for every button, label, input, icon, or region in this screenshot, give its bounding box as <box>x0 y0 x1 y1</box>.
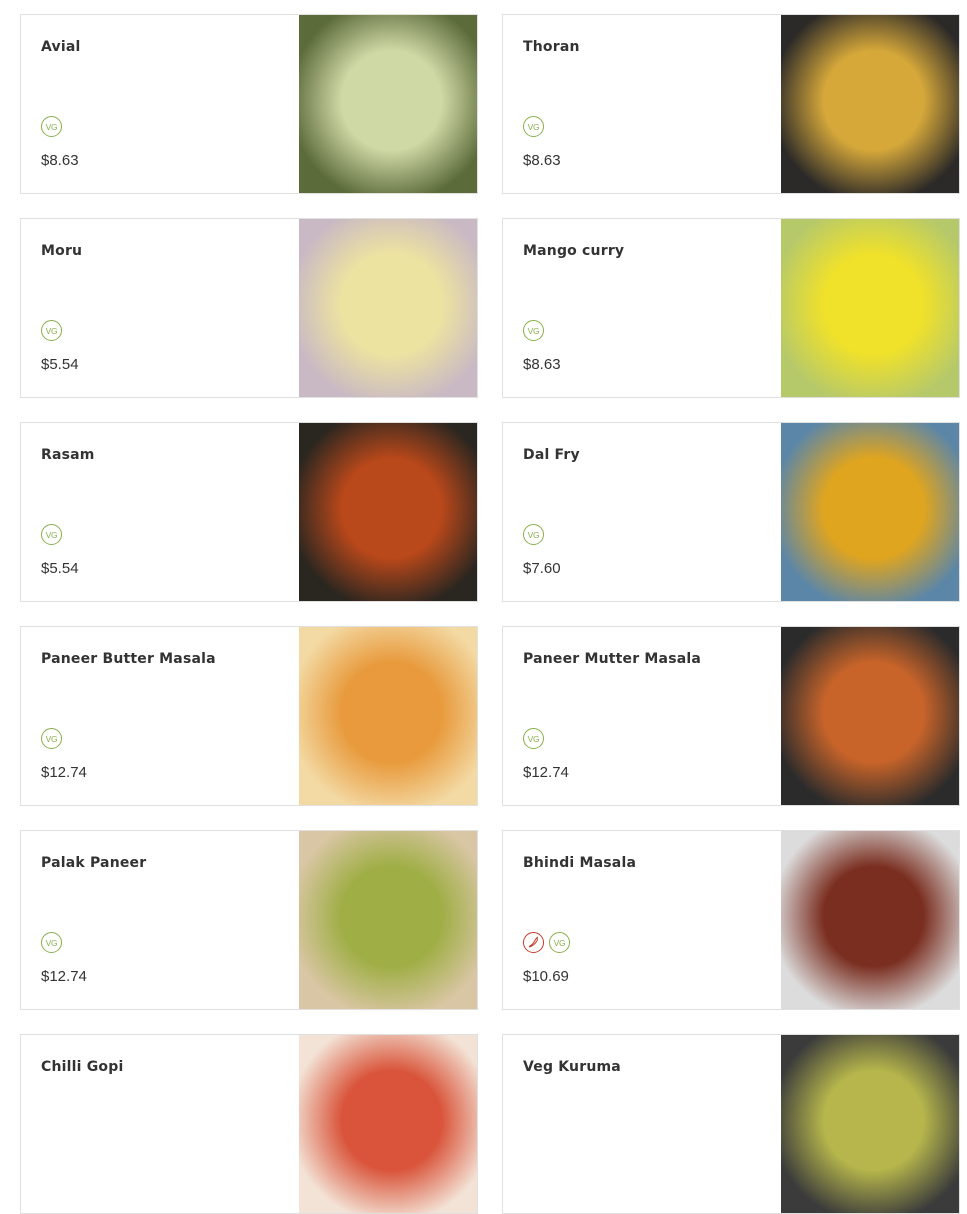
menu-item-image <box>781 219 959 397</box>
menu-item-image <box>299 423 477 601</box>
dietary-badges: VG <box>41 932 62 953</box>
menu-item-image <box>781 831 959 1009</box>
food-photo <box>781 1035 959 1213</box>
dietary-badges: VG <box>41 116 62 137</box>
menu-item-image <box>781 423 959 601</box>
menu-item-image <box>781 627 959 805</box>
menu-item-name: Avial <box>41 39 81 55</box>
dietary-badges: VG <box>41 524 62 545</box>
menu-item-card[interactable]: Bhindi Masala VG $10.69 <box>502 830 960 1010</box>
menu-item-name: Paneer Butter Masala <box>41 651 216 667</box>
dietary-badges: VG <box>523 524 544 545</box>
menu-item-info: Thoran VG $8.63 <box>523 15 773 193</box>
dietary-badges: VG <box>523 320 544 341</box>
food-photo <box>781 831 959 1009</box>
menu-item-name: Thoran <box>523 39 580 55</box>
menu-item-card[interactable]: Mango curry VG $8.63 <box>502 218 960 398</box>
menu-item-info: Avial VG $8.63 <box>41 15 291 193</box>
chili-pepper-icon <box>523 932 544 953</box>
food-photo <box>781 15 959 193</box>
menu-item-image <box>299 831 477 1009</box>
food-photo <box>299 219 477 397</box>
menu-item-price: $12.74 <box>523 764 569 781</box>
dietary-badges: VG <box>523 116 544 137</box>
food-photo <box>781 219 959 397</box>
food-photo <box>781 627 959 805</box>
menu-item-name: Dal Fry <box>523 447 580 463</box>
menu-item-name: Moru <box>41 243 83 259</box>
menu-item-info: Rasam VG $5.54 <box>41 423 291 601</box>
menu-item-name: Bhindi Masala <box>523 855 637 871</box>
menu-item-image <box>781 15 959 193</box>
menu-item-image <box>299 627 477 805</box>
vegetarian-icon: VG <box>41 524 62 545</box>
menu-item-price: $8.63 <box>41 152 79 169</box>
menu-item-info: Moru VG $5.54 <box>41 219 291 397</box>
vegetarian-icon: VG <box>549 932 570 953</box>
menu-item-name: Rasam <box>41 447 95 463</box>
menu-item-price: $8.63 <box>523 152 561 169</box>
menu-item-info: Paneer Butter Masala VG $12.74 <box>41 627 291 805</box>
menu-item-info: Chilli Gopi <box>41 1035 291 1213</box>
dietary-badges: VG <box>523 728 544 749</box>
vegetarian-icon: VG <box>523 116 544 137</box>
menu-item-price: $10.69 <box>523 968 569 985</box>
vegetarian-icon: VG <box>523 524 544 545</box>
menu-item-price: $5.54 <box>41 356 79 373</box>
menu-item-card[interactable]: Moru VG $5.54 <box>20 218 478 398</box>
menu-item-card[interactable]: Dal Fry VG $7.60 <box>502 422 960 602</box>
menu-item-info: Veg Kuruma <box>523 1035 773 1213</box>
food-photo <box>299 627 477 805</box>
menu-item-info: Paneer Mutter Masala VG $12.74 <box>523 627 773 805</box>
menu-item-image <box>299 1035 477 1213</box>
menu-item-card[interactable]: Veg Kuruma <box>502 1034 960 1214</box>
dietary-badges: VG <box>41 320 62 341</box>
menu-item-image <box>781 1035 959 1213</box>
food-photo <box>299 423 477 601</box>
food-photo <box>299 1035 477 1213</box>
menu-items-grid: Avial VG $8.63 Thoran VG $8.63 Moru VG $5.54 Mang… <box>20 0 960 1214</box>
menu-item-price: $12.74 <box>41 764 87 781</box>
menu-item-name: Veg Kuruma <box>523 1059 621 1075</box>
food-photo <box>299 831 477 1009</box>
menu-item-image <box>299 15 477 193</box>
menu-item-info: Dal Fry VG $7.60 <box>523 423 773 601</box>
menu-item-info: Bhindi Masala VG $10.69 <box>523 831 773 1009</box>
menu-item-price: $8.63 <box>523 356 561 373</box>
dietary-badges: VG <box>41 728 62 749</box>
menu-item-price: $5.54 <box>41 560 79 577</box>
menu-item-card[interactable]: Avial VG $8.63 <box>20 14 478 194</box>
dietary-badges: VG <box>523 932 570 953</box>
menu-item-card[interactable]: Chilli Gopi <box>20 1034 478 1214</box>
vegetarian-icon: VG <box>41 932 62 953</box>
food-photo <box>781 423 959 601</box>
menu-item-name: Palak Paneer <box>41 855 147 871</box>
menu-item-card[interactable]: Palak Paneer VG $12.74 <box>20 830 478 1010</box>
menu-item-info: Palak Paneer VG $12.74 <box>41 831 291 1009</box>
food-photo <box>299 15 477 193</box>
menu-item-name: Chilli Gopi <box>41 1059 124 1075</box>
menu-item-name: Paneer Mutter Masala <box>523 651 702 667</box>
vegetarian-icon: VG <box>523 320 544 341</box>
menu-item-card[interactable]: Paneer Mutter Masala VG $12.74 <box>502 626 960 806</box>
vegetarian-icon: VG <box>41 728 62 749</box>
menu-item-price: $12.74 <box>41 968 87 985</box>
menu-item-price: $7.60 <box>523 560 561 577</box>
menu-item-image <box>299 219 477 397</box>
menu-item-card[interactable]: Thoran VG $8.63 <box>502 14 960 194</box>
vegetarian-icon: VG <box>41 320 62 341</box>
menu-item-info: Mango curry VG $8.63 <box>523 219 773 397</box>
menu-item-card[interactable]: Paneer Butter Masala VG $12.74 <box>20 626 478 806</box>
vegetarian-icon: VG <box>523 728 544 749</box>
menu-item-name: Mango curry <box>523 243 625 259</box>
vegetarian-icon: VG <box>41 116 62 137</box>
menu-item-card[interactable]: Rasam VG $5.54 <box>20 422 478 602</box>
